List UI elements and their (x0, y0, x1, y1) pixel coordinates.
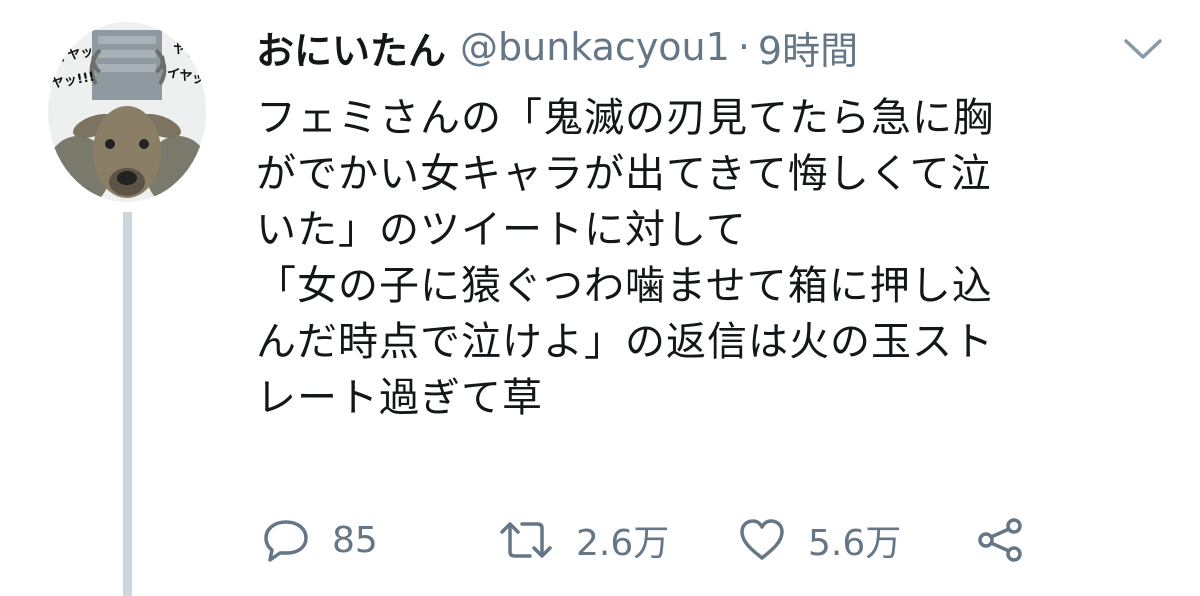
username-handle[interactable]: @bunkacyou1 (460, 25, 730, 69)
chevron-down-icon[interactable] (1122, 36, 1164, 62)
reply-count: 85 (332, 519, 378, 561)
like-button[interactable]: 5.6万 (738, 514, 974, 566)
timestamp[interactable]: 9時間 (758, 20, 858, 75)
tweet-actions: 85 2.6万 5.6万 (262, 512, 1026, 568)
thread-line (123, 212, 132, 596)
display-name[interactable]: おにいたん (256, 20, 446, 75)
deer-avatar-image: イヤッ ヤッ!!! ヤッ イヤッ!! (48, 22, 206, 202)
separator-dot: · (737, 25, 750, 69)
reply-icon (264, 520, 308, 562)
retweet-icon (500, 522, 552, 558)
tweet-header: おにいたん @bunkacyou1 · 9時間 (256, 20, 858, 75)
share-button[interactable] (974, 516, 1026, 564)
tweet-text: フェミさんの「鬼滅の刃見てたら急に胸 がでかい女キャラが出てきて悔しくて泣 いた… (256, 95, 994, 421)
retweet-count: 2.6万 (576, 523, 670, 564)
retweet-button[interactable]: 2.6万 (498, 514, 738, 566)
share-icon (978, 518, 1022, 562)
avatar[interactable]: イヤッ ヤッ!!! ヤッ イヤッ!! (48, 22, 206, 202)
heart-icon (740, 519, 784, 560)
like-count: 5.6万 (808, 523, 902, 564)
reply-button[interactable]: 85 (262, 516, 498, 564)
